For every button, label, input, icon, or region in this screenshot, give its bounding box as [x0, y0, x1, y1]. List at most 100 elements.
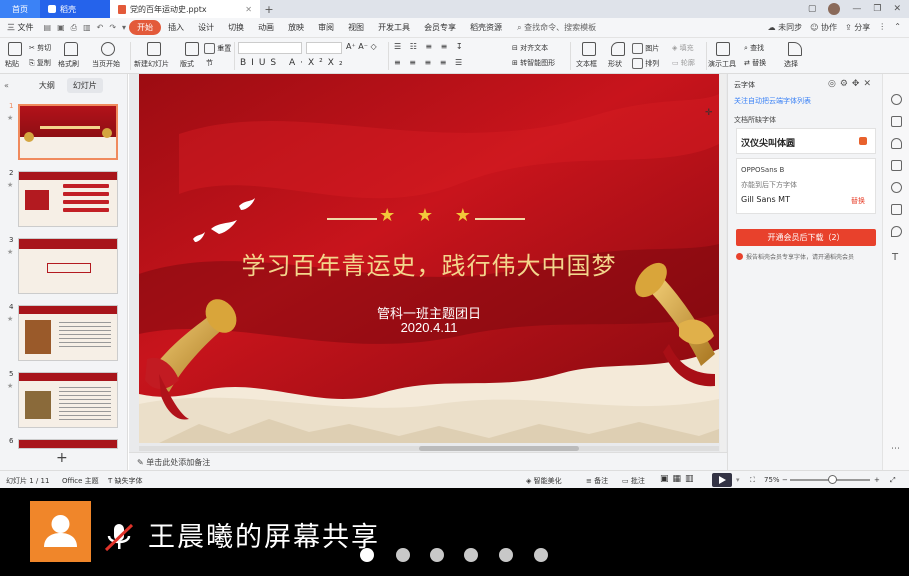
slide-thumbnail-row[interactable]: 6: [0, 437, 128, 449]
layout-icon[interactable]: ▢: [808, 4, 817, 14]
more-icon[interactable]: ⋮: [878, 22, 886, 33]
font-option-1[interactable]: OPPOSans B: [741, 166, 784, 174]
replace-button[interactable]: ⇄ 替换: [744, 58, 766, 68]
layout-button[interactable]: 版式: [180, 59, 194, 69]
tab-outline[interactable]: 大纲: [33, 78, 61, 93]
beautify-button[interactable]: ◈ 智能美化: [526, 476, 562, 486]
menu-item-transition[interactable]: 切换: [221, 22, 251, 33]
new-tab-button[interactable]: +: [260, 3, 278, 16]
menu-item-docer[interactable]: 稻壳资源: [463, 22, 509, 33]
slide-thumbnail-row[interactable]: 1 ★: [0, 102, 128, 162]
align-text-button[interactable]: ⊟ 对齐文本: [512, 43, 548, 53]
slide-thumbnail-row[interactable]: 4 ★: [0, 303, 128, 363]
layout-slide-icon[interactable]: [185, 42, 199, 56]
menu-item-review[interactable]: 审阅: [311, 22, 341, 33]
view-mode-icons[interactable]: ▣▦▥: [660, 474, 698, 484]
missing-fonts-status[interactable]: Ƭ 缺失字体: [108, 476, 143, 486]
paste-button[interactable]: 粘贴: [5, 59, 19, 69]
play-slideshow-button[interactable]: [712, 473, 732, 487]
tab-home[interactable]: 首页: [0, 0, 40, 18]
redo-icon[interactable]: ↷: [106, 23, 119, 32]
convert-smartart-button[interactable]: ⊞ 转智能图形: [512, 58, 555, 68]
page-indicator-dot[interactable]: [396, 548, 410, 562]
format-painter-button[interactable]: 格式刷: [58, 59, 79, 69]
slideshow-dropdown-icon[interactable]: ▾: [736, 476, 740, 484]
shape-icon[interactable]: [611, 42, 625, 56]
format-painter-icon[interactable]: [64, 42, 78, 56]
slide-date[interactable]: 2020.4.11: [139, 320, 719, 335]
tab-slides[interactable]: 幻灯片: [66, 77, 103, 93]
replace-font-link[interactable]: 替换: [851, 196, 865, 206]
play-from-current-button[interactable]: 当页开始: [92, 59, 120, 69]
slide-thumbnail-row[interactable]: 2 ★: [0, 169, 128, 229]
undo-icon[interactable]: ↶: [94, 23, 107, 32]
animation-icon[interactable]: [891, 138, 902, 149]
presentation-tools-button[interactable]: 演示工具: [708, 59, 736, 69]
new-slide-button[interactable]: 新建幻灯片: [134, 59, 169, 69]
zoom-in-icon[interactable]: +: [874, 476, 880, 484]
comments-toggle[interactable]: ▭ 批注: [622, 476, 645, 486]
theme-name[interactable]: Office 主题: [62, 476, 99, 486]
select-button[interactable]: 选择: [784, 59, 798, 69]
horizontal-scroll-thumb[interactable]: [419, 446, 579, 451]
user-avatar[interactable]: [828, 3, 841, 15]
slide-thumbnail-1[interactable]: [18, 104, 118, 160]
font-option-2[interactable]: Gill Sans MT: [741, 195, 790, 204]
outline-button[interactable]: ▭ 轮廓: [672, 58, 695, 68]
font-size-select[interactable]: [306, 42, 342, 54]
slide-thumbnail-row[interactable]: 5 ★: [0, 370, 128, 430]
share-button[interactable]: ⇪ 分享: [845, 22, 870, 33]
slide-thumbnail-2[interactable]: [18, 171, 118, 227]
paste-icon[interactable]: [8, 42, 22, 56]
add-slide-button[interactable]: +: [56, 450, 68, 466]
align-icons[interactable]: ≡ ≡ ≡ ≡ ☰: [394, 58, 465, 67]
font-family-select[interactable]: [238, 42, 302, 54]
collapse-panel-icon[interactable]: «: [4, 81, 9, 90]
more-tools-icon[interactable]: ⋯: [891, 444, 900, 454]
slide-thumbnail-3[interactable]: [18, 238, 118, 294]
panel-header-icons[interactable]: ◎⚙✥✕: [828, 79, 875, 89]
help-icon[interactable]: [891, 182, 902, 193]
arrange-button[interactable]: 排列: [632, 58, 659, 69]
picture-button[interactable]: 图片: [632, 43, 659, 54]
download-fonts-button[interactable]: 开通会员后下载（2）: [736, 229, 876, 246]
menu-item-insert[interactable]: 插入: [161, 22, 191, 33]
file-menu[interactable]: 三 文件: [0, 22, 41, 33]
cloud-font-header[interactable]: 云字体: [734, 80, 755, 90]
notes-toggle[interactable]: ≡ 备注: [586, 476, 608, 486]
print-icon[interactable]: ⎙: [68, 23, 80, 33]
tab-document[interactable]: 党的百年运动史.pptx ✕: [110, 0, 260, 18]
list-icons[interactable]: ☰ ☷ ≡ ≡ ↧: [394, 42, 466, 51]
menu-item-developer[interactable]: 开发工具: [371, 22, 417, 33]
missing-font-card[interactable]: 汉仪尖叫体圆: [736, 128, 876, 154]
menu-item-animation[interactable]: 动画: [251, 22, 281, 33]
page-indicator-dot[interactable]: [499, 548, 513, 562]
zoom-slider-knob[interactable]: [828, 475, 837, 484]
play-icon[interactable]: [101, 42, 115, 56]
text-format-icons[interactable]: BIUS A·X²X₂: [240, 58, 348, 68]
close-tab-icon[interactable]: ✕: [245, 5, 252, 14]
expand-icon[interactable]: ⤢: [890, 476, 896, 485]
cloud-font-link[interactable]: 关注自动把云端字体列表: [734, 96, 811, 106]
menu-item-design[interactable]: 设计: [191, 22, 221, 33]
restore-icon[interactable]: ❐: [873, 4, 881, 14]
vertical-scrollbar[interactable]: [720, 74, 726, 452]
copy-layer-icon[interactable]: [891, 160, 902, 171]
property-icon[interactable]: [891, 94, 902, 105]
sync-button[interactable]: ☁ 未同步: [768, 22, 803, 33]
export-icon[interactable]: ▣: [54, 23, 68, 32]
copy-button[interactable]: ⎘ 复制: [29, 58, 51, 68]
tab-wps[interactable]: 稻壳: [40, 0, 110, 18]
font-t-icon[interactable]: T: [892, 252, 898, 263]
grow-font-icon[interactable]: A⁺ A⁻ ◇: [346, 42, 377, 51]
section-button[interactable]: 节: [206, 58, 213, 68]
page-indicator-dot[interactable]: [360, 548, 374, 562]
shape-button[interactable]: 形状: [608, 59, 622, 69]
select-cursor-icon[interactable]: [788, 42, 802, 56]
menu-item-slideshow[interactable]: 放映: [281, 22, 311, 33]
save-icon[interactable]: ▤: [41, 23, 55, 32]
location-icon[interactable]: [891, 226, 902, 237]
find-button[interactable]: ⌕ 查找: [744, 43, 764, 53]
template-icon[interactable]: [891, 204, 902, 215]
fill-button[interactable]: ◈ 填充: [672, 43, 694, 53]
